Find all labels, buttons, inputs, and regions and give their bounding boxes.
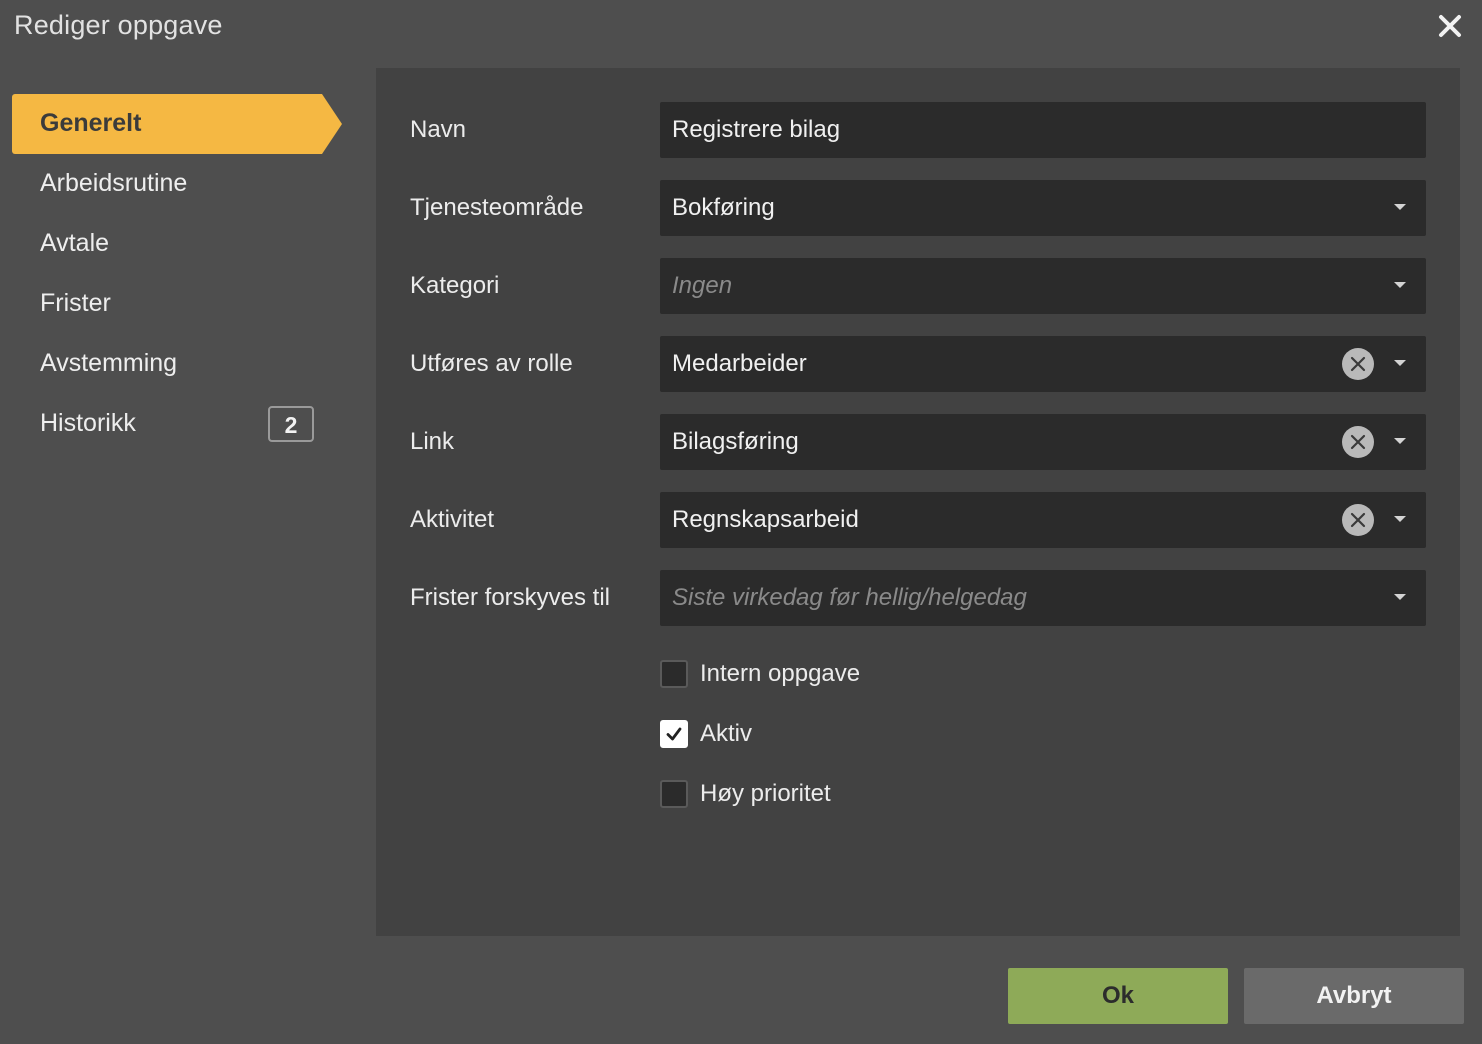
row-frister: Frister forskyves til Siste virkedag før…: [376, 570, 1460, 626]
navn-label: Navn: [410, 116, 467, 143]
frister-label: Frister forskyves til: [410, 584, 611, 611]
sidebar-item-label: Avstemming: [40, 349, 178, 377]
link-select[interactable]: Bilagsføring: [660, 414, 1426, 470]
navn-input[interactable]: Registrere bilag: [660, 102, 1426, 158]
rolle-select[interactable]: Medarbeider: [660, 336, 1426, 392]
chevron-down-icon[interactable]: [1394, 516, 1406, 522]
clear-icon[interactable]: [1342, 426, 1374, 458]
close-icon[interactable]: [1436, 12, 1464, 40]
frister-select[interactable]: Siste virkedag før hellig/helgedag: [660, 570, 1426, 626]
sidebar-nav: Generelt Arbeidsrutine Avtale Frister Av…: [12, 94, 342, 454]
rolle-value: Medarbeider: [672, 350, 807, 377]
checkbox-label: Høy prioritet: [700, 780, 831, 807]
aktivitet-select[interactable]: Regnskapsarbeid: [660, 492, 1426, 548]
sidebar-item-label: Historikk: [40, 409, 136, 437]
sidebar-item-label: Generelt: [40, 109, 142, 137]
clear-icon[interactable]: [1342, 348, 1374, 380]
sidebar-item-label: Frister: [40, 289, 111, 317]
chevron-down-icon[interactable]: [1394, 282, 1406, 288]
sidebar-item-avtale[interactable]: Avtale: [12, 214, 342, 274]
sidebar-item-avstemming[interactable]: Avstemming: [12, 334, 342, 394]
history-count-badge: 2: [268, 406, 314, 442]
link-label: Link: [410, 428, 455, 455]
sidebar-item-label: Arbeidsrutine: [40, 169, 188, 197]
rolle-label: Utføres av rolle: [410, 350, 573, 377]
sidebar-item-historikk[interactable]: Historikk 2: [12, 394, 342, 454]
tjenesteomrade-select[interactable]: Bokføring: [660, 180, 1426, 236]
row-navn: Navn Registrere bilag: [376, 102, 1460, 158]
tjenesteomrade-value: Bokføring: [672, 194, 775, 221]
aktivitet-label: Aktivitet: [410, 506, 495, 533]
sidebar-item-arbeidsrutine[interactable]: Arbeidsrutine: [12, 154, 342, 214]
chevron-down-icon[interactable]: [1394, 204, 1406, 210]
row-aktivitet: Aktivitet Regnskapsarbeid: [376, 492, 1460, 548]
checkbox-label: Aktiv: [700, 720, 753, 747]
cancel-button[interactable]: Avbryt: [1244, 968, 1464, 1024]
checkbox-box[interactable]: [660, 720, 688, 748]
aktivitet-value: Regnskapsarbeid: [672, 506, 859, 533]
ok-button[interactable]: Ok: [1008, 968, 1228, 1024]
checkmark-icon: [666, 727, 682, 741]
chevron-down-icon[interactable]: [1394, 438, 1406, 444]
kategori-placeholder: Ingen: [672, 272, 733, 299]
row-rolle: Utføres av rolle Medarbeider: [376, 336, 1460, 392]
sidebar-item-label: Avtale: [40, 229, 110, 257]
sidebar-item-generelt[interactable]: Generelt: [12, 94, 342, 154]
sidebar-item-frister[interactable]: Frister: [12, 274, 342, 334]
kategori-label: Kategori: [410, 272, 500, 299]
row-link: Link Bilagsføring: [376, 414, 1460, 470]
form-panel: Navn Registrere bilag Tjenesteområde Bok…: [376, 68, 1460, 936]
edit-task-dialog: Rediger oppgave Generelt Arbeidsrutine A…: [0, 0, 1482, 1044]
row-kategori: Kategori Ingen: [376, 258, 1460, 314]
checkbox-box[interactable]: [660, 780, 688, 808]
row-tjenesteomrade: Tjenesteområde Bokføring: [376, 180, 1460, 236]
checkbox-box[interactable]: [660, 660, 688, 688]
chevron-down-icon[interactable]: [1394, 594, 1406, 600]
chevron-down-icon[interactable]: [1394, 360, 1406, 366]
checkbox-label: Intern oppgave: [700, 660, 861, 687]
link-value: Bilagsføring: [672, 428, 799, 455]
kategori-select[interactable]: Ingen: [660, 258, 1426, 314]
tjenesteomrade-label: Tjenesteområde: [410, 194, 584, 221]
frister-placeholder: Siste virkedag før hellig/helgedag: [672, 584, 1027, 611]
dialog-title: Rediger oppgave: [14, 10, 223, 40]
clear-icon[interactable]: [1342, 504, 1374, 536]
